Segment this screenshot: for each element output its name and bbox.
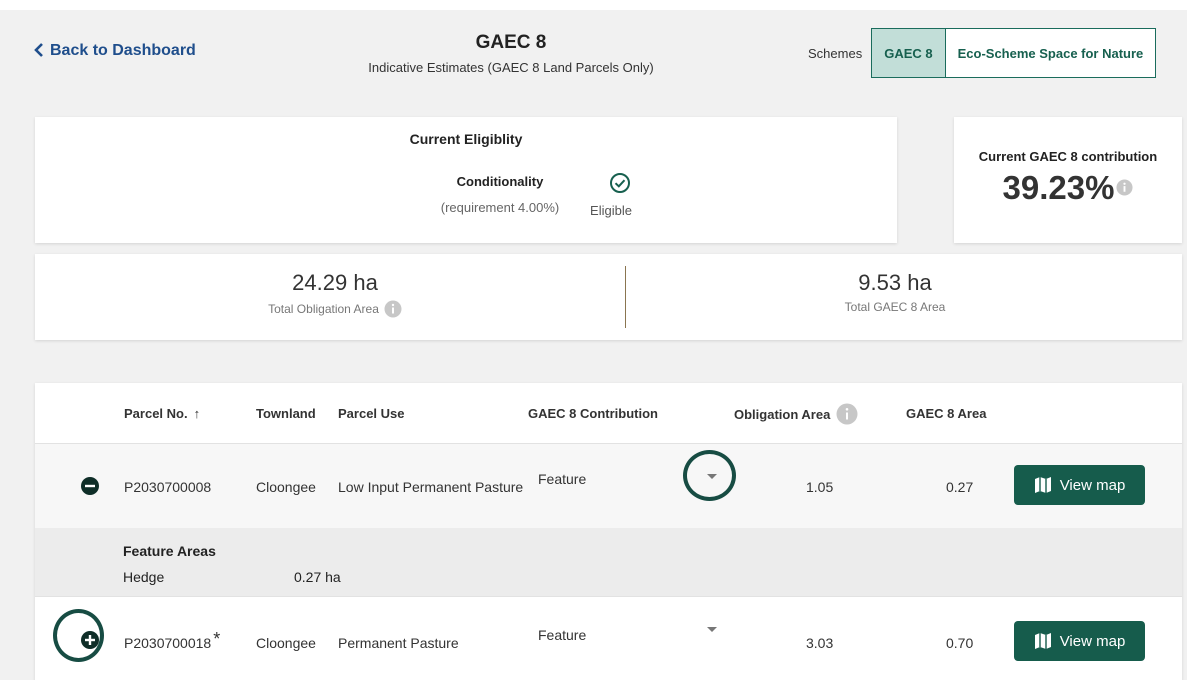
total-obligation-label-row: Total Obligation Area xyxy=(185,300,485,318)
collapse-minus-icon[interactable] xyxy=(81,477,99,495)
view-map-button[interactable]: View map xyxy=(1014,621,1145,661)
total-gaec: 9.53 ha Total GAEC 8 Area xyxy=(745,270,1045,314)
highlight-ring xyxy=(683,450,736,501)
back-to-dashboard-link[interactable]: Back to Dashboard xyxy=(34,42,196,60)
total-obligation-value: 24.29 ha xyxy=(292,270,378,295)
table-row: P2030700008 Cloongee Low Input Permanent… xyxy=(35,444,1182,528)
column-header-obligation-area[interactable]: Obligation Area xyxy=(734,403,858,425)
view-map-label: View map xyxy=(1059,632,1126,650)
info-icon[interactable] xyxy=(384,300,402,318)
parcel-number: P2030700018 * xyxy=(124,629,221,653)
schemes-label: Schemes xyxy=(808,45,863,61)
totals-divider xyxy=(625,266,626,328)
info-icon[interactable] xyxy=(1116,179,1133,196)
highlight-ring xyxy=(53,609,104,662)
requirement-text: (requirement 4.00%) xyxy=(440,200,560,215)
schemes-segmented-control: GAEC 8 Eco-Scheme Space for Nature xyxy=(871,28,1157,78)
eligibility-status: Eligible xyxy=(590,203,632,218)
view-map-label: View map xyxy=(1059,476,1126,494)
scheme-option-eco-scheme[interactable]: Eco-Scheme Space for Nature xyxy=(945,29,1156,77)
map-icon xyxy=(1034,633,1051,649)
parcel-number-text: P2030700018 xyxy=(124,635,212,651)
townland: Cloongee xyxy=(256,479,316,495)
page-subtitle: Indicative Estimates (GAEC 8 Land Parcel… xyxy=(368,60,654,75)
column-header-parcel-use[interactable]: Parcel Use xyxy=(338,406,405,421)
asterisk-marker: * xyxy=(213,629,221,649)
table-header: Parcel No. ↑ Townland Parcel Use GAEC 8 … xyxy=(35,383,1182,444)
total-obligation: 24.29 ha Total Obligation Area xyxy=(185,270,485,318)
page-header: GAEC 8 Indicative Estimates (GAEC 8 Land… xyxy=(356,32,666,75)
contribution-select-value[interactable]: Feature xyxy=(538,627,586,643)
column-header-parcel[interactable]: Parcel No. ↑ xyxy=(124,406,200,421)
top-strip xyxy=(0,0,1187,10)
contribution-select-value[interactable]: Feature xyxy=(538,471,586,487)
table-row: P2030700018 * Cloongee Permanent Pasture … xyxy=(35,596,1182,680)
sort-arrow-up-icon: ↑ xyxy=(193,406,201,421)
parcel-use: Low Input Permanent Pasture xyxy=(338,479,524,495)
feature-area: 0.27 ha xyxy=(294,569,341,585)
view-map-button[interactable]: View map xyxy=(1014,465,1145,505)
eligibility-card: Current Eligiblity Conditionality (requi… xyxy=(35,117,897,243)
contribution-value-wrap: 39.23% xyxy=(954,169,1182,207)
parcel-use: Permanent Pasture xyxy=(338,635,459,651)
parcels-table: Parcel No. ↑ Townland Parcel Use GAEC 8 … xyxy=(35,383,1182,680)
eligibility-heading: Current Eligiblity xyxy=(409,131,523,147)
contribution-heading: Current GAEC 8 contribution xyxy=(978,149,1158,164)
column-header-gaec8-area[interactable]: GAEC 8 Area xyxy=(906,406,986,421)
gaec8-area: 0.70 xyxy=(946,635,974,651)
parcel-number: P2030700008 xyxy=(124,479,212,495)
gaec8-area: 0.27 xyxy=(946,479,974,495)
feature-name: Hedge xyxy=(123,569,165,585)
column-header-gaec8-contribution[interactable]: GAEC 8 Contribution xyxy=(528,406,658,421)
townland: Cloongee xyxy=(256,635,316,651)
contribution-card: Current GAEC 8 contribution 39.23% xyxy=(954,117,1182,243)
total-gaec-value: 9.53 ha xyxy=(858,270,932,295)
column-label: Obligation Area xyxy=(734,406,831,422)
contribution-value: 39.23% xyxy=(1002,169,1115,206)
scheme-option-gaec8[interactable]: GAEC 8 xyxy=(872,29,946,77)
info-icon[interactable] xyxy=(836,403,858,425)
map-icon xyxy=(1034,477,1051,493)
check-circle-icon xyxy=(610,173,630,193)
chevron-left-icon xyxy=(34,42,44,60)
back-label: Back to Dashboard xyxy=(50,42,196,59)
total-gaec-label: Total GAEC 8 Area xyxy=(844,300,946,314)
column-header-townland[interactable]: Townland xyxy=(256,406,316,421)
feature-areas-panel: Feature Areas Hedge 0.27 ha xyxy=(35,528,1182,596)
conditionality-label: Conditionality xyxy=(456,174,544,189)
column-label: Parcel No. xyxy=(124,406,188,421)
chevron-down-icon[interactable] xyxy=(707,627,717,632)
obligation-area: 3.03 xyxy=(806,635,834,651)
schemes-switcher: Schemes GAEC 8 Eco-Scheme Space for Natu… xyxy=(808,28,1157,78)
obligation-area: 1.05 xyxy=(806,479,834,495)
totals-card: 24.29 ha Total Obligation Area 9.53 ha T… xyxy=(35,254,1182,340)
feature-areas-heading: Feature Areas xyxy=(123,543,216,559)
page-title: GAEC 8 xyxy=(475,32,547,53)
total-obligation-label: Total Obligation Area xyxy=(268,302,379,316)
